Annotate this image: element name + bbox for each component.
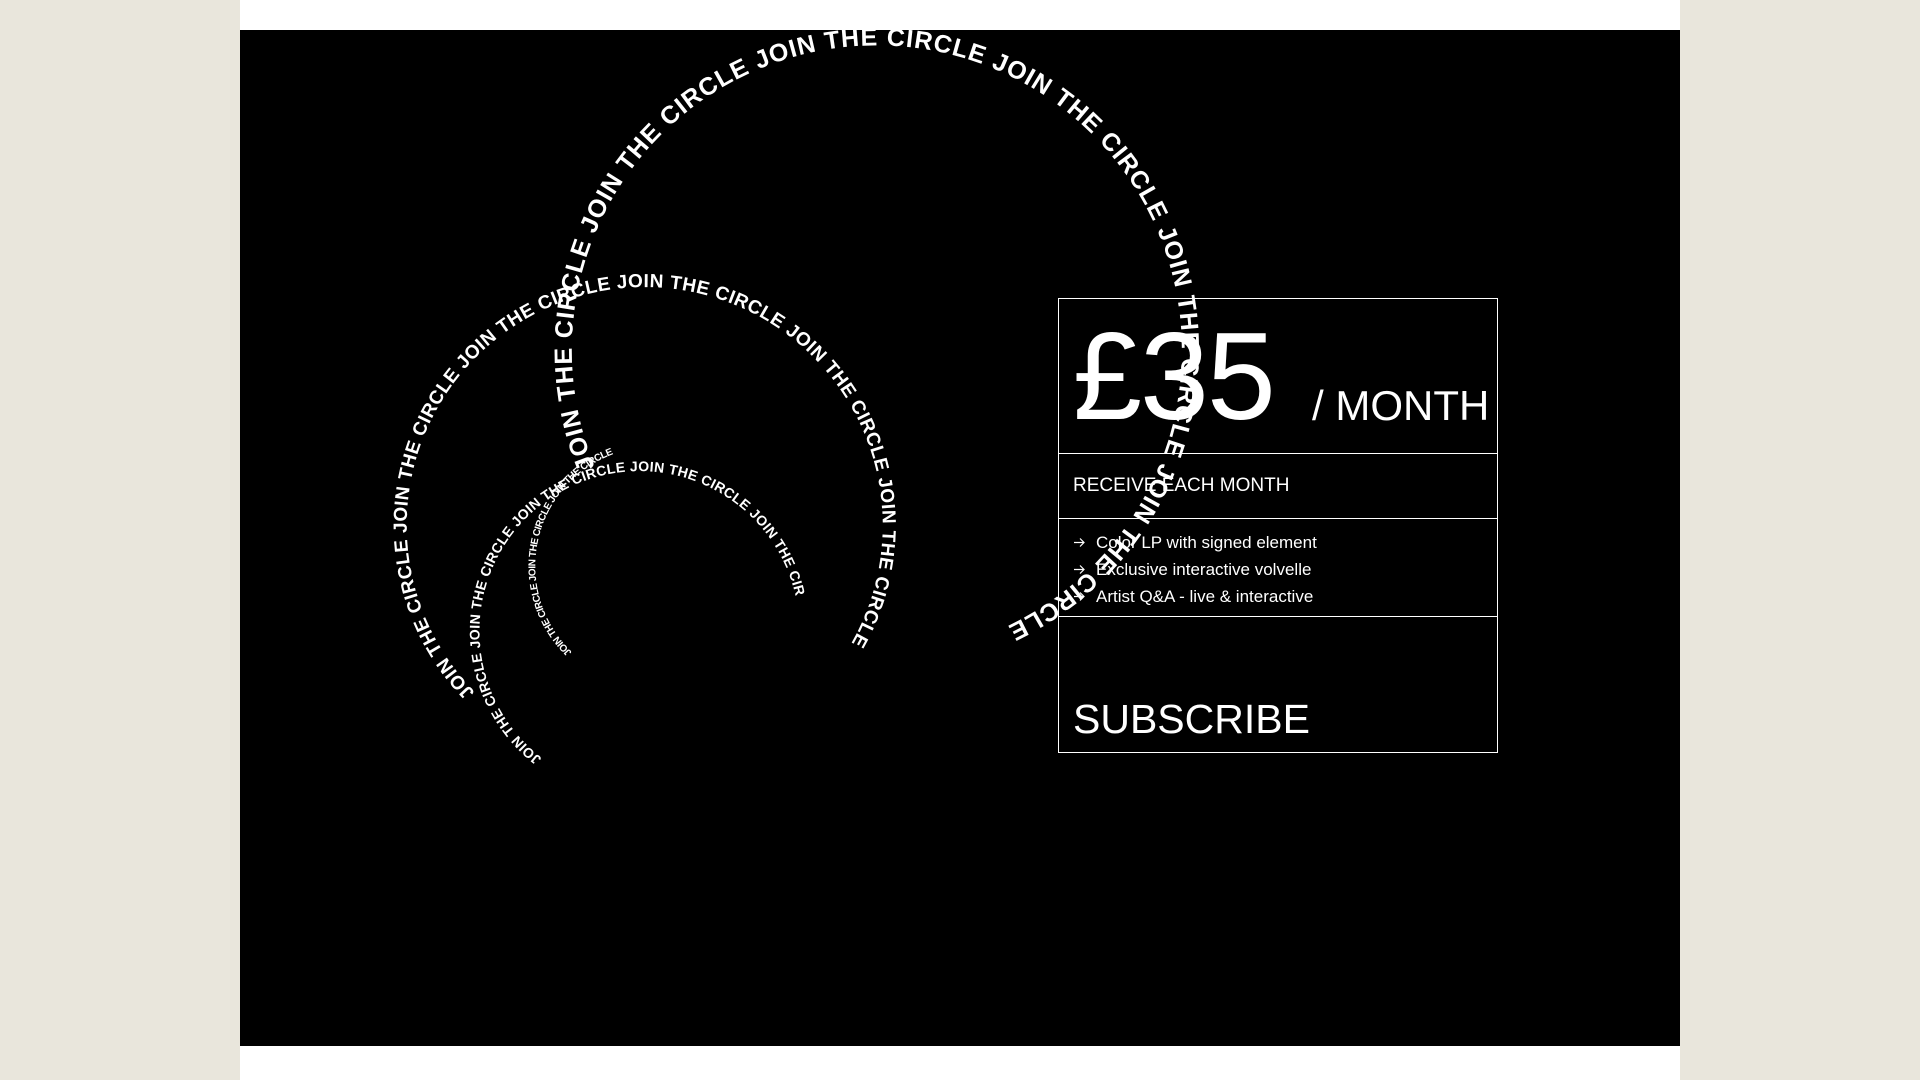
subscribe-button[interactable]: SUBSCRIBE (1073, 694, 1310, 744)
receive-title: RECEIVE EACH MONTH (1073, 475, 1290, 496)
benefit-item: Color LP with signed element (1073, 529, 1497, 556)
benefit-label: Exclusive interactive volvelle (1096, 560, 1312, 579)
arrow-right-icon (1073, 591, 1096, 602)
benefit-label: Artist Q&A - live & interactive (1096, 587, 1314, 606)
pricing-card: £35 / MONTH RECEIVE EACH MONTH Color LP … (1058, 298, 1498, 753)
artboard: JOIN THE CIRCLE JOIN THE CIRCLE JOIN THE… (240, 30, 1680, 1046)
arrow-right-icon (1073, 537, 1096, 548)
benefit-label: Color LP with signed element (1096, 533, 1317, 552)
price-amount: £35 (1073, 308, 1276, 446)
price-section: £35 / MONTH (1059, 299, 1497, 454)
benefit-item: Artist Q&A - live & interactive (1073, 583, 1497, 610)
receive-section: RECEIVE EACH MONTH (1059, 454, 1497, 519)
price-period: / MONTH (1312, 382, 1490, 429)
arrow-right-icon (1073, 564, 1096, 575)
spiral-ring-third: JOIN THE CIRCLE JOIN THE CIRCLE JOIN THE… (240, 30, 808, 768)
benefits-list: Color LP with signed element Exclusive i… (1059, 519, 1497, 617)
subscribe-section[interactable]: SUBSCRIBE (1059, 617, 1497, 752)
benefit-item: Exclusive interactive volvelle (1073, 556, 1497, 583)
